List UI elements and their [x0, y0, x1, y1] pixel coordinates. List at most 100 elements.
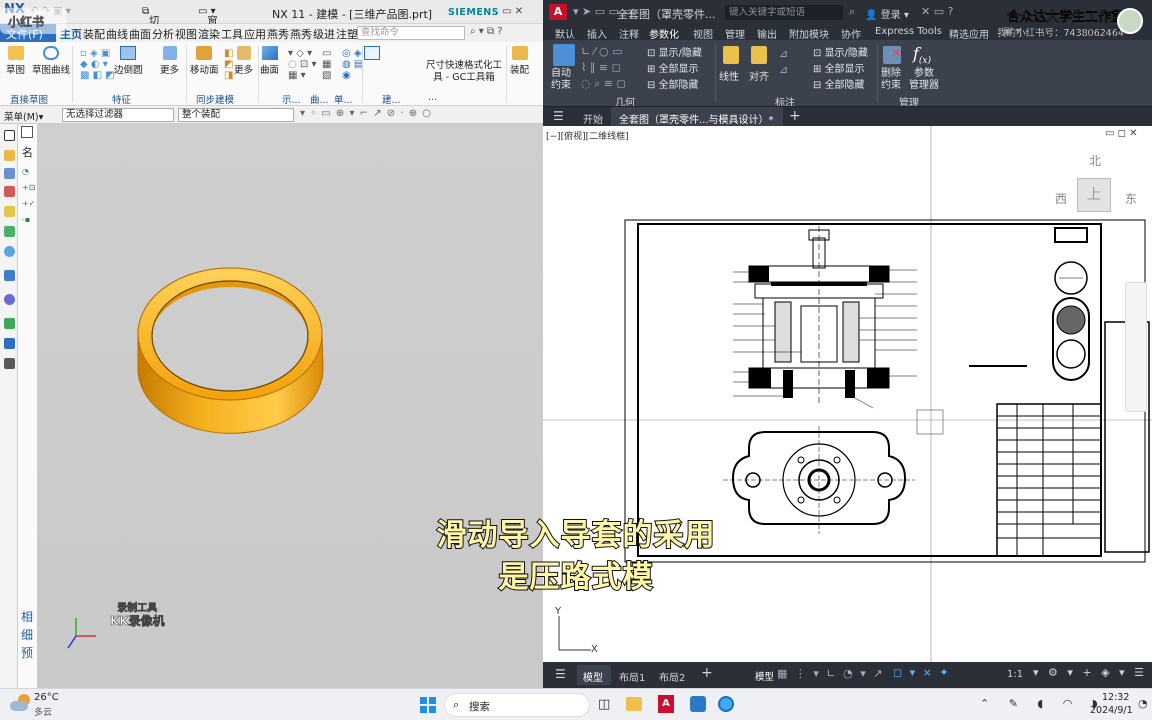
tab-annotate[interactable]: 注释 — [619, 26, 639, 41]
autocad-taskbar-icon[interactable]: A — [658, 695, 674, 713]
autocad-logo[interactable]: A — [549, 4, 567, 20]
geo-hide-all-button[interactable]: ⊟ 全部隐藏 — [647, 76, 699, 91]
parameters-manager-button[interactable]: 参数 管理器 — [909, 68, 939, 92]
sketch-curve-button[interactable]: 草图曲线 — [32, 46, 70, 76]
lock-icon[interactable] — [723, 46, 739, 64]
tab-insert[interactable]: 插入 — [587, 26, 607, 41]
tab-collaborate[interactable]: 协作 — [841, 26, 861, 41]
tab-output[interactable]: 输出 — [757, 26, 777, 41]
assembly-navigator-icon[interactable] — [4, 168, 15, 179]
tab-analysis[interactable]: 分析 — [152, 26, 174, 42]
more-sync-button[interactable]: 更多 — [234, 46, 253, 76]
tab-layout2[interactable]: 布局2 — [659, 669, 685, 684]
command-search-input[interactable]: 查找命令 — [357, 26, 465, 40]
clock-time[interactable]: 12:32 — [1102, 692, 1129, 703]
viewport-controls[interactable]: [−][俯视][二维线框] — [546, 129, 629, 142]
dim-hide-all-button[interactable]: ⊟ 全部隐藏 — [813, 76, 865, 91]
type-filter-select[interactable]: 无选择过滤器 — [62, 108, 174, 122]
sync-small-icons[interactable]: ◧ ◩ ◨ — [224, 48, 233, 81]
nx-graphics-window[interactable]: 录制工具 KK录像机 — [38, 124, 543, 688]
tab-surface[interactable]: 曲面 — [129, 26, 151, 42]
cad-search-input[interactable]: 键入关键字或短语 — [725, 5, 843, 20]
viewcube[interactable]: 北 西 东 上 — [1047, 148, 1147, 248]
tab-manage[interactable]: 管理 — [725, 26, 745, 41]
delete-constraints-button[interactable]: 删除 约束 — [881, 68, 901, 92]
file-explorer-icon[interactable] — [626, 697, 642, 711]
tab-layout1[interactable]: 布局1 — [619, 669, 645, 684]
tab-model[interactable]: 模型 — [577, 665, 611, 685]
single-small-icons[interactable]: ▭ ▦ ▧ — [322, 48, 331, 81]
tab-yanxiu-1[interactable]: 燕秀 — [267, 26, 289, 42]
add-layout-button[interactable]: + — [701, 665, 713, 681]
tab-addins[interactable]: 附加模块 — [789, 26, 829, 41]
model-space-toggle[interactable]: 模型 — [755, 669, 774, 683]
status-tray-icons[interactable]: ▾ ⚙ ▾ + ◈ ▾ ☰ — [1033, 666, 1147, 679]
search-icon[interactable]: ⌕ — [849, 5, 855, 19]
reuse-library-icon[interactable] — [4, 206, 15, 217]
tab-featured-apps[interactable]: 精选应用 — [949, 26, 989, 41]
tab-yanxiu-2[interactable]: 燕秀 — [290, 26, 312, 42]
dim-show-hide-button[interactable]: ⊡ 显示/隐藏 — [813, 44, 868, 59]
viewcube-west[interactable]: 西 — [1055, 190, 1067, 207]
viewport-window-controls[interactable]: ▭ ◻ ✕ — [1105, 128, 1138, 139]
assembly-button[interactable]: 装配 — [510, 46, 529, 76]
part-navigator-icon[interactable] — [4, 130, 15, 141]
tab-express-tools[interactable]: Express Tools — [875, 26, 942, 37]
gc-toolbox-label[interactable]: 尺寸快速格式化工具 - GC工具箱 — [426, 60, 502, 84]
geo-show-hide-button[interactable]: ⊡ 显示/隐藏 — [647, 44, 702, 59]
switch-window-button[interactable]: ⧉ 切换窗口 — [142, 6, 159, 72]
lock-icon[interactable] — [751, 46, 767, 64]
sketch-button[interactable]: 草图 — [6, 46, 25, 76]
navigator-header-icon[interactable] — [21, 126, 33, 138]
dim-show-all-button[interactable]: ⊞ 全部显示 — [813, 60, 865, 75]
process-studio-icon[interactable] — [4, 294, 15, 305]
task-view-icon[interactable]: ◫ — [598, 697, 610, 712]
search-icon[interactable]: ⌕ ▾ ⧉ ? — [470, 26, 503, 37]
build-small-icons[interactable]: ◎ ◈ ◍ ▤ ◉ — [342, 48, 363, 81]
move-face-button[interactable]: 移动面 — [190, 46, 219, 76]
cad-help-icons[interactable]: ✕ ▭ ? — [921, 5, 953, 18]
details-panel-labels[interactable]: 相细预 — [21, 608, 33, 662]
auto-constrain-button[interactable]: 自动 约束 — [551, 68, 571, 92]
viewcube-top-face[interactable]: 上 — [1077, 178, 1111, 212]
nx-window-controls[interactable]: ▭ ✕ — [502, 6, 523, 17]
windows-start-icon[interactable] — [420, 697, 436, 713]
tab-tools[interactable]: 工具 — [221, 26, 243, 42]
tab-injection[interactable]: 注塑 — [336, 26, 358, 42]
additional-icon[interactable] — [4, 358, 15, 369]
parameters-manager-icon[interactable]: f(x) — [913, 44, 931, 66]
constraint-navigator-icon[interactable] — [4, 186, 15, 197]
system-scenes-icon[interactable] — [4, 338, 15, 349]
tab-curve[interactable]: 曲线 — [106, 26, 128, 42]
tab-assembly[interactable]: 装配 — [83, 26, 105, 42]
notification-bell-icon[interactable]: ◔ — [1138, 697, 1148, 710]
menu-button[interactable]: 菜单(M)▾ — [4, 109, 43, 123]
tab-start[interactable]: 开始 — [583, 111, 603, 126]
navigation-bar[interactable] — [1125, 282, 1147, 412]
snap-toolbar[interactable]: ▾ ◦ ▭ ⊕ ▾ ⌐ ↗ ⊘ · ⊕ ○ — [300, 108, 432, 119]
aligned-button[interactable]: 对齐 — [749, 68, 769, 83]
taskbar-search-input[interactable]: ⌕ 搜索 — [444, 693, 590, 717]
scope-select[interactable]: 整个装配 — [178, 108, 294, 122]
tab-render[interactable]: 渲染 — [198, 26, 220, 42]
window-menu[interactable]: ▭窗口 ▾ — [198, 6, 217, 42]
surface-button[interactable]: 曲面 — [260, 46, 279, 76]
viewcube-east[interactable]: 东 — [1125, 190, 1137, 207]
geometric-constraints-icons[interactable]: ∟ ⁄ ○ ▭ ⌇ ∥ ≡ ◻ ◌ ⌕ ≡ ◻ — [581, 44, 626, 92]
feature-small-icons[interactable]: ▫ ◈ ▣ ◆ ◐ ▾ ▩ ◧ ◩ — [80, 48, 115, 81]
navigator-tree-stub[interactable]: ◔ +⊡ +✓ -▪ — [22, 164, 35, 228]
tab-progressive[interactable]: 级进 — [313, 26, 335, 42]
gc-toolbox-button[interactable] — [364, 46, 380, 62]
curve-small-icons[interactable]: ▾ ◇ ▾ ◌ ⊡ ▾ ▦ ▾ — [288, 48, 316, 81]
hamburger-menu-icon[interactable]: ☰ — [553, 109, 564, 123]
tab-view[interactable]: 视图 — [693, 26, 713, 41]
sign-in-button[interactable]: 👤 登录 ▾ — [865, 6, 909, 21]
osnap-toggles[interactable]: ◻ ▾ ⨯ ✦ — [893, 666, 951, 679]
drafting-toggles[interactable]: ▦ ⋮ ▾ ∟ ◔ ▾ ↗ — [777, 667, 884, 680]
nx-taskbar-icon[interactable] — [690, 696, 706, 712]
weather-icon[interactable] — [10, 694, 32, 714]
layout-menu-icon[interactable]: ☰ — [555, 667, 566, 681]
tab-application[interactable]: 应用 — [244, 26, 266, 42]
web-browser-icon[interactable] — [4, 246, 15, 257]
hd3d-icon[interactable] — [4, 226, 15, 237]
